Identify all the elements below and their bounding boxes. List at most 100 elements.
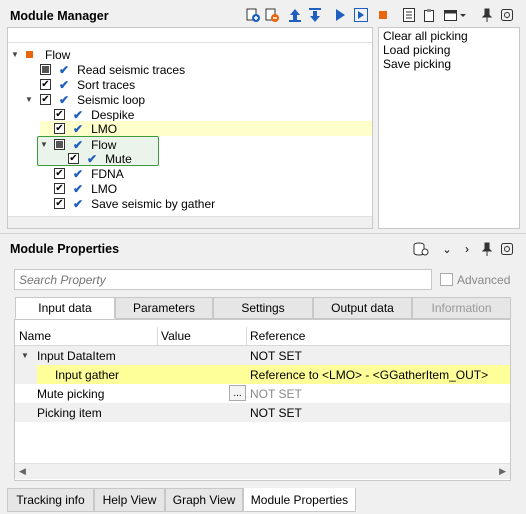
checkbox[interactable] [40, 79, 51, 90]
checkbox[interactable] [54, 183, 65, 194]
table-row[interactable]: ▼ Input DataItem NOT SET [15, 346, 510, 365]
checkbox[interactable] [54, 168, 65, 179]
checkbox[interactable] [54, 109, 65, 120]
tree-row-sort-traces[interactable]: ✔ Sort traces [40, 77, 135, 92]
flow-square-icon [26, 51, 33, 58]
advanced-label: Advanced [457, 273, 511, 287]
run-step-icon[interactable] [354, 8, 368, 22]
row-name: Input DataItem [37, 348, 116, 363]
tree-row-flow-nested[interactable]: ▼ ✔ Flow [40, 137, 116, 152]
browse-button[interactable]: ... [229, 385, 246, 401]
column-name[interactable]: Name [19, 329, 51, 343]
tree-row-fdna[interactable]: ✔ FDNA [54, 166, 124, 181]
table-row[interactable]: Picking item NOT SET [15, 403, 510, 422]
tree-header-bar [8, 28, 372, 43]
panel-splitter[interactable] [0, 233, 526, 234]
advanced-checkbox[interactable] [440, 273, 453, 286]
grid-horizontal-scrollbar[interactable]: ◀ ▶ [15, 463, 510, 479]
checkbox[interactable] [54, 198, 65, 209]
table-row[interactable]: Input gather Reference to <LMO> - <GGath… [15, 365, 510, 384]
expand-arrow-icon[interactable]: ▼ [11, 50, 21, 59]
remove-module-icon[interactable] [265, 8, 279, 22]
checkbox[interactable] [40, 94, 51, 105]
row-indent-cell [15, 365, 37, 384]
tree-row-lmo-2[interactable]: ✔ LMO [54, 181, 117, 196]
clipboard-icon[interactable] [422, 8, 436, 22]
tree-horizontal-scrollbar[interactable] [8, 216, 372, 228]
tree-label: Mute [105, 151, 132, 166]
tab-tracking-info[interactable]: Tracking info [7, 488, 94, 512]
tree-label: Despike [91, 107, 135, 122]
expand-arrow-icon[interactable]: ▼ [21, 351, 29, 360]
pin-icon[interactable] [480, 242, 494, 256]
tab-parameters[interactable]: Parameters [115, 297, 213, 319]
grid-header: Name Value Reference [15, 327, 510, 346]
table-row[interactable]: Mute picking ... NOT SET [15, 384, 510, 403]
database-settings-icon[interactable] [413, 242, 429, 256]
chevron-down-icon[interactable]: ⌄ [440, 242, 454, 256]
add-module-icon[interactable] [246, 8, 260, 22]
tab-help-view[interactable]: Help View [94, 488, 165, 512]
column-divider[interactable] [246, 327, 247, 346]
load-picking-action[interactable]: Load picking [383, 43, 450, 57]
run-icon[interactable] [333, 8, 347, 22]
tab-module-properties[interactable]: Module Properties [243, 488, 356, 512]
tree-row-flow-root[interactable]: ▼ Flow [11, 47, 70, 62]
tree-label: Read seismic traces [77, 62, 186, 77]
tree-label: Save seismic by gather [91, 196, 216, 211]
tree-label: Seismic loop [77, 92, 146, 107]
check-mark-icon: ✔ [59, 77, 70, 92]
check-mark-icon: ✔ [73, 181, 84, 196]
clear-all-picking-action[interactable]: Clear all picking [383, 29, 468, 43]
stop-icon[interactable] [376, 8, 390, 22]
tab-input-data[interactable]: Input data [15, 297, 115, 319]
check-mark-icon: ✔ [59, 62, 70, 77]
check-mark-icon: ✔ [73, 196, 84, 211]
move-down-icon[interactable] [308, 8, 322, 22]
search-property-input[interactable] [14, 269, 432, 290]
check-mark-icon: ✔ [59, 92, 70, 107]
column-value[interactable]: Value [161, 329, 191, 343]
column-reference[interactable]: Reference [250, 329, 305, 343]
tree-label: LMO [91, 181, 118, 196]
partial-checkbox[interactable] [54, 139, 65, 150]
row-reference: NOT SET [250, 386, 302, 401]
tree-label: Flow [45, 47, 71, 62]
scroll-left-icon[interactable]: ◀ [19, 466, 26, 477]
row-reference: Reference to <LMO> - <GGatherItem_OUT> [250, 367, 489, 382]
tab-settings[interactable]: Settings [213, 297, 313, 319]
row-name: Input gather [55, 367, 120, 382]
save-picking-action[interactable]: Save picking [383, 57, 451, 71]
tree-row-read-seismic-traces[interactable]: ✔ Read seismic traces [40, 62, 185, 77]
check-mark-icon: ✔ [73, 121, 84, 136]
window-menu-icon[interactable] [444, 8, 468, 22]
module-properties-title: Module Properties [10, 242, 120, 256]
scroll-right-icon[interactable]: ▶ [499, 466, 506, 477]
expand-arrow-icon[interactable]: ▼ [40, 140, 50, 149]
chevron-right-icon[interactable]: › [460, 242, 474, 256]
checkbox[interactable] [54, 123, 65, 134]
tree-row-save-seismic[interactable]: ✔ Save seismic by gather [54, 196, 215, 211]
tree-row-mute[interactable]: ✔ Mute [68, 151, 132, 166]
tab-output-data[interactable]: Output data [313, 297, 412, 319]
tab-information[interactable]: Information [412, 297, 511, 319]
tree-label: Sort traces [77, 77, 136, 92]
close-panel-icon[interactable] [500, 8, 514, 22]
partial-checkbox[interactable] [40, 64, 51, 75]
tree-row-seismic-loop[interactable]: ▼ ✔ Seismic loop [25, 92, 145, 107]
close-panel-icon[interactable] [500, 242, 514, 256]
check-mark-icon: ✔ [73, 166, 84, 181]
tree-row-despike[interactable]: ✔ Despike [54, 107, 134, 122]
checkbox[interactable] [68, 153, 79, 164]
column-divider[interactable] [157, 327, 158, 346]
tab-graph-view[interactable]: Graph View [165, 488, 243, 512]
row-reference: NOT SET [250, 405, 302, 420]
pin-icon[interactable] [480, 8, 494, 22]
picking-actions-panel: Clear all picking Load picking Save pick… [378, 27, 520, 229]
expand-arrow-icon[interactable]: ▼ [25, 95, 35, 104]
row-name: Mute picking [37, 386, 105, 401]
tree-row-lmo[interactable]: ✔ LMO [54, 121, 117, 136]
log-icon[interactable] [402, 8, 416, 22]
move-up-icon[interactable] [288, 8, 302, 22]
row-name: Picking item [37, 405, 102, 420]
